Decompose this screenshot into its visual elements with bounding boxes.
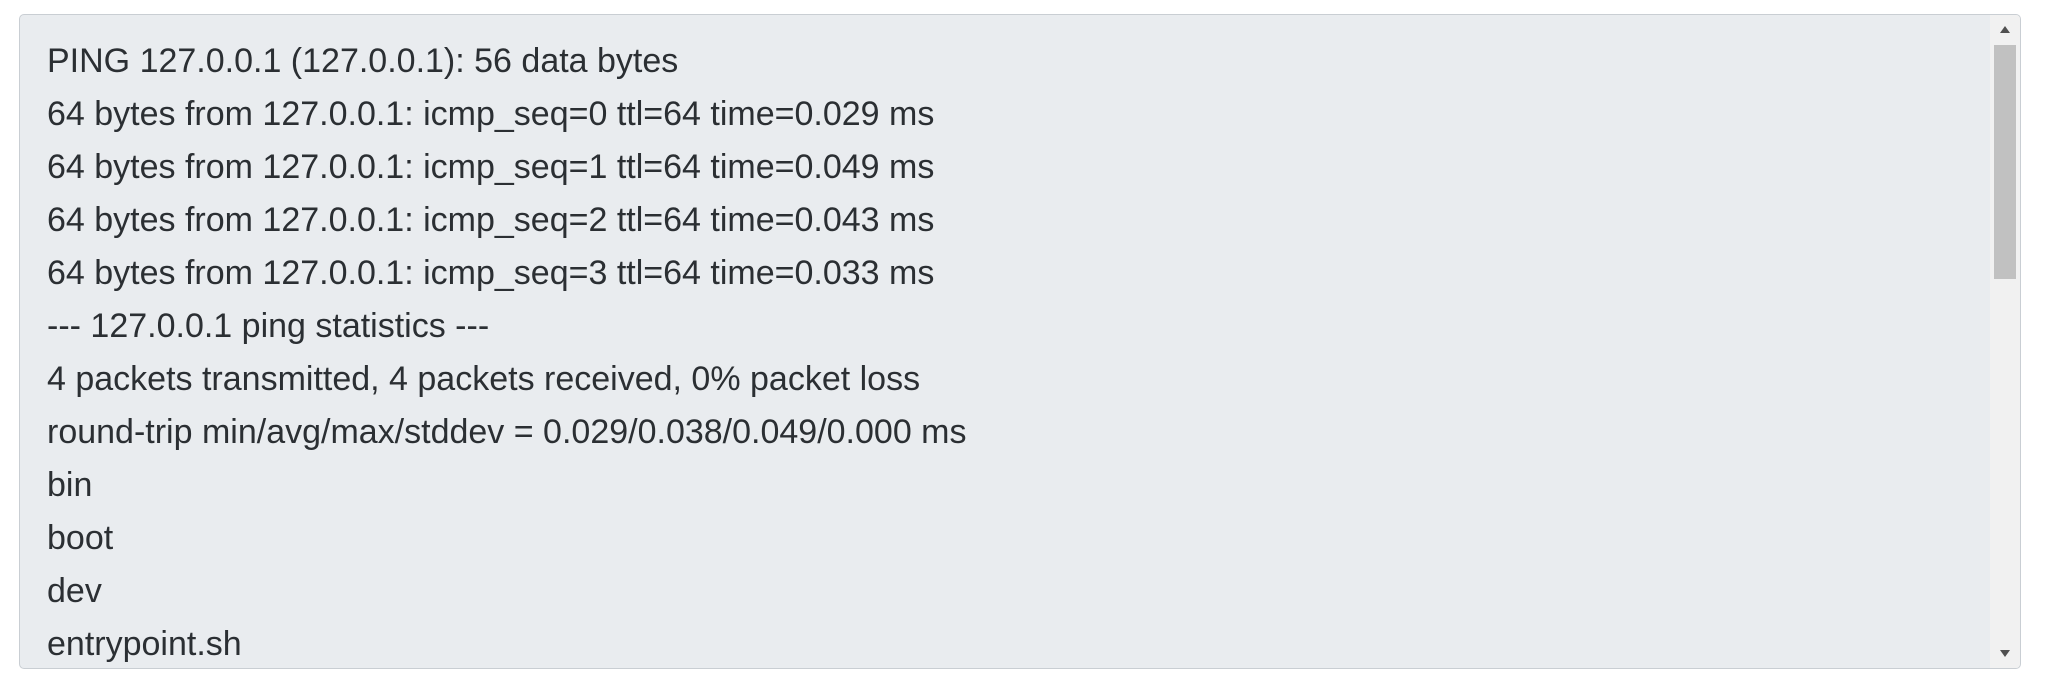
- scroll-up-arrow-icon[interactable]: [2000, 26, 2010, 33]
- output-line: --- 127.0.0.1 ping statistics ---: [47, 307, 490, 345]
- output-line: 64 bytes from 127.0.0.1: icmp_seq=1 ttl=…: [47, 148, 935, 186]
- output-line: dev: [47, 572, 102, 610]
- scroll-down-arrow-icon[interactable]: [2000, 650, 2010, 657]
- output-line: PING 127.0.0.1 (127.0.0.1): 56 data byte…: [47, 42, 679, 80]
- output-line: 64 bytes from 127.0.0.1: icmp_seq=2 ttl=…: [47, 201, 935, 239]
- output-line: round-trip min/avg/max/stddev = 0.029/0.…: [47, 413, 967, 451]
- output-line: 4 packets transmitted, 4 packets receive…: [47, 360, 921, 398]
- output-line: 64 bytes from 127.0.0.1: icmp_seq=0 ttl=…: [47, 95, 935, 133]
- output-line: 64 bytes from 127.0.0.1: icmp_seq=3 ttl=…: [47, 254, 935, 292]
- command-output-textarea[interactable]: PING 127.0.0.1 (127.0.0.1): 56 data byte…: [19, 14, 2021, 669]
- output-line: entrypoint.sh: [47, 625, 242, 663]
- output-line: bin: [47, 466, 93, 504]
- scroll-thumb[interactable]: [1994, 45, 2016, 279]
- output-lines: PING 127.0.0.1 (127.0.0.1): 56 data byte…: [47, 35, 1980, 668]
- vertical-scrollbar[interactable]: [1990, 15, 2020, 668]
- output-line: boot: [47, 519, 114, 557]
